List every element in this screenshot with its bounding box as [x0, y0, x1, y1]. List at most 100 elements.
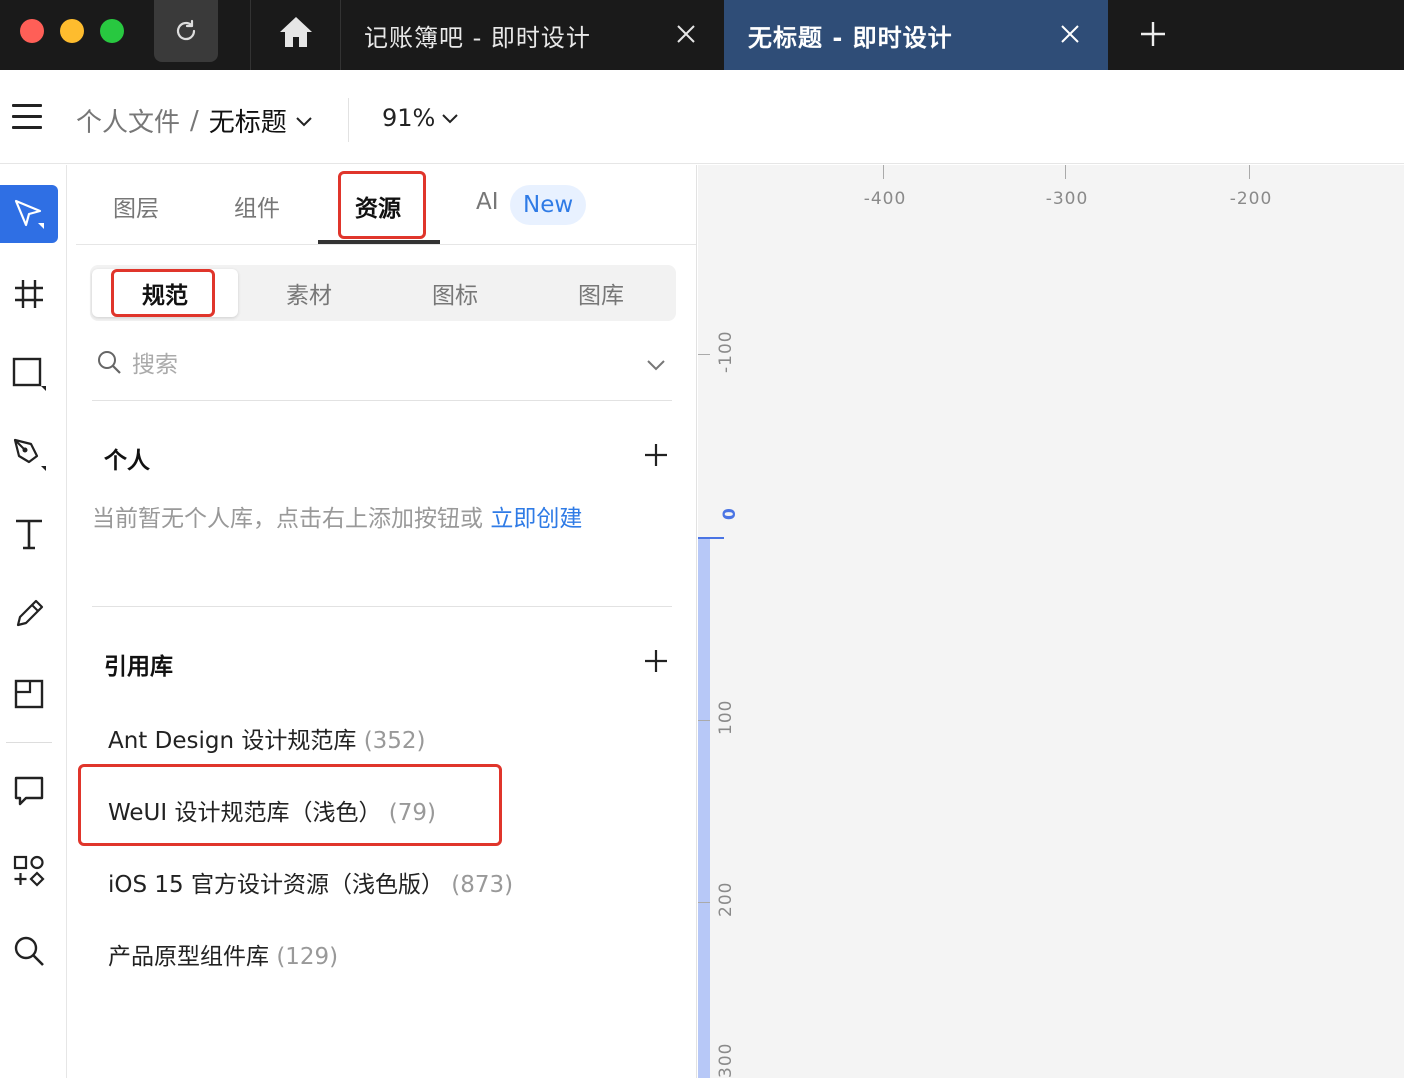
top-toolbar: 个人文件 / 无标题 91%: [0, 70, 1404, 164]
ruler-tick: [698, 902, 710, 903]
section-tool[interactable]: [0, 665, 58, 723]
chevron-down-icon[interactable]: [646, 355, 666, 375]
ruler-top-label: -400: [863, 189, 907, 209]
design-canvas[interactable]: -400 -300 -200 -100 0 100 200 300: [698, 165, 1404, 1078]
titlebar-divider: [250, 0, 251, 70]
plus-icon: [645, 444, 667, 466]
ruler-top-label: -300: [1045, 189, 1089, 209]
search-tool[interactable]: [0, 922, 58, 980]
referenced-section-title: 引用库: [104, 654, 173, 680]
new-tab-button[interactable]: [1132, 14, 1174, 54]
library-name: Ant Design 设计规范库: [108, 728, 357, 754]
create-now-link[interactable]: 立即创建: [490, 506, 582, 532]
ruler-left-label: 300: [716, 1042, 736, 1078]
cursor-arrow-icon: [14, 199, 44, 229]
panel-tabs: 图层 组件 资源 AI New: [76, 165, 696, 245]
ruler-tick: [883, 165, 884, 179]
tab-layers[interactable]: 图层: [113, 189, 159, 223]
pen-nib-icon: [13, 438, 46, 471]
breadcrumb-parent[interactable]: 个人文件: [76, 102, 180, 139]
pencil-icon: [16, 599, 44, 627]
library-item-ant-design[interactable]: Ant Design 设计规范库 (352): [108, 721, 426, 755]
comment-icon: [14, 776, 44, 806]
title-bar: 记账簿吧 - 即时设计 无标题 - 即时设计: [0, 0, 1404, 70]
tool-rail: [0, 165, 67, 1078]
zoom-dropdown[interactable]: 91%: [382, 104, 459, 132]
move-tool[interactable]: [0, 185, 58, 243]
tab-jizhangbu[interactable]: 记账簿吧 - 即时设计: [340, 0, 724, 70]
library-search: [92, 335, 672, 401]
home-button[interactable]: [270, 10, 322, 54]
rectangle-icon: [12, 357, 46, 391]
tab-close-button[interactable]: [672, 20, 700, 48]
selection-start-marker: [698, 537, 724, 539]
tab-components[interactable]: 组件: [234, 189, 280, 223]
ruler-left-label: -100: [716, 330, 736, 373]
segment-spec[interactable]: 规范: [92, 269, 238, 317]
new-badge: New: [510, 185, 587, 225]
empty-tip-text: 当前暂无个人库，点击右上添加按钮或: [92, 506, 483, 532]
library-name: iOS 15 官方设计资源（浅色版）: [108, 872, 444, 898]
pencil-tool[interactable]: [0, 585, 58, 643]
personal-empty-tip: 当前暂无个人库，点击右上添加按钮或 立即创建: [92, 501, 592, 537]
library-count: (352): [363, 728, 426, 754]
tab-label: 无标题 - 即时设计: [748, 24, 953, 52]
tab-close-button[interactable]: [1056, 20, 1084, 48]
ruler-tick: [1065, 165, 1066, 179]
close-icon: [1061, 25, 1079, 43]
chevron-down-icon[interactable]: [295, 112, 313, 130]
frame-hash-icon: [15, 280, 43, 308]
plus-icon: [1141, 22, 1165, 46]
segment-gallery[interactable]: 图库: [528, 269, 674, 317]
tab-assets[interactable]: 资源: [355, 189, 401, 223]
comment-tool[interactable]: [0, 762, 58, 820]
plus-icon: [645, 650, 667, 672]
ruler-tick: [1249, 165, 1250, 179]
tab-ai[interactable]: AI: [476, 189, 499, 215]
add-personal-library-button[interactable]: [642, 441, 670, 469]
library-count: (79): [388, 800, 437, 826]
library-item-prototype[interactable]: 产品原型组件库 (129): [108, 937, 338, 971]
reload-button[interactable]: [154, 0, 218, 62]
rail-divider: [6, 742, 52, 743]
assets-panel: 图层 组件 资源 AI New 规范 素材 图标 图库 个人 当前暂无个人库，点…: [68, 165, 697, 1078]
tab-label: 记账簿吧 - 即时设计: [364, 24, 591, 52]
text-t-icon: [16, 519, 42, 550]
close-window-button[interactable]: [20, 19, 44, 43]
ruler-zero-label: 0: [720, 508, 740, 520]
toolbar-divider: [348, 98, 349, 142]
file-name[interactable]: 无标题: [209, 102, 287, 139]
library-name: WeUI 设计规范库（浅色）: [108, 800, 382, 826]
text-tool[interactable]: [0, 505, 58, 563]
personal-section-title: 个人: [104, 448, 150, 474]
minimize-window-button[interactable]: [60, 19, 84, 43]
search-icon: [14, 936, 44, 966]
ruler-tick: [698, 354, 710, 355]
library-item-weui[interactable]: WeUI 设计规范库（浅色） (79): [108, 793, 436, 827]
reload-icon: [176, 19, 196, 41]
home-icon: [280, 17, 312, 47]
active-tab-indicator: [318, 240, 440, 244]
pen-tool[interactable]: [0, 425, 58, 483]
search-input[interactable]: [132, 347, 612, 383]
ruler-left-label: 200: [716, 881, 736, 917]
main-menu-button[interactable]: [12, 104, 44, 130]
segment-material[interactable]: 素材: [236, 269, 382, 317]
breadcrumb: 个人文件 / 无标题: [76, 102, 313, 139]
close-icon: [677, 25, 695, 43]
segment-icons[interactable]: 图标: [382, 269, 528, 317]
add-referenced-library-button[interactable]: [642, 647, 670, 675]
assets-segment-control: 规范 素材 图标 图库: [90, 265, 676, 321]
plugins-tool[interactable]: [0, 842, 58, 900]
search-icon: [98, 351, 121, 374]
selection-ruler-highlight: [698, 538, 710, 1078]
maximize-window-button[interactable]: [100, 19, 124, 43]
library-count: (129): [276, 944, 339, 970]
tab-untitled[interactable]: 无标题 - 即时设计: [724, 0, 1108, 70]
ruler-top-label: -200: [1229, 189, 1273, 209]
rectangle-tool[interactable]: [0, 345, 58, 403]
chevron-down-icon: [442, 114, 459, 124]
library-item-ios15[interactable]: iOS 15 官方设计资源（浅色版） (873): [108, 865, 513, 899]
zoom-value: 91%: [382, 104, 436, 132]
frame-tool[interactable]: [0, 265, 58, 323]
